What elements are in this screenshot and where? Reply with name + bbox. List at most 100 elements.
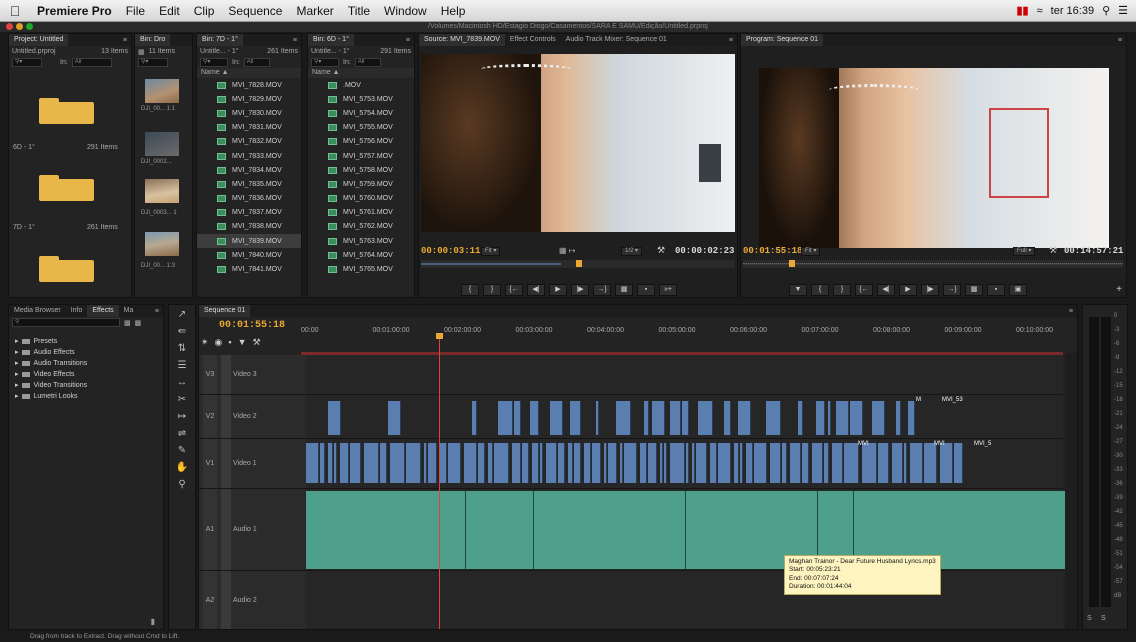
- video-clip[interactable]: [440, 443, 447, 483]
- video-clip[interactable]: [692, 443, 695, 483]
- video-clip[interactable]: [844, 443, 859, 483]
- video-clip[interactable]: [718, 443, 731, 483]
- play-button[interactable]: ▶: [549, 284, 567, 296]
- video-clip[interactable]: [812, 443, 823, 483]
- mark-out-button[interactable]: }: [833, 284, 851, 296]
- video-clip[interactable]: [896, 401, 901, 435]
- tab-bin-6d[interactable]: Bin: 6D - 1°: [308, 34, 354, 46]
- hand-tool-icon[interactable]: ✋: [175, 461, 189, 475]
- clock[interactable]: ter 16:39: [1051, 5, 1094, 17]
- app-menu[interactable]: Premiere Pro: [30, 4, 119, 18]
- slide-tool-icon[interactable]: ⇌: [175, 427, 189, 441]
- video-clip[interactable]: [472, 401, 477, 435]
- source-fit-dropdown[interactable]: Fit ▾: [481, 247, 501, 256]
- video-clip[interactable]: [710, 443, 717, 483]
- bin-search-input[interactable]: ⚲▾: [311, 58, 339, 67]
- panel-menu-icon[interactable]: ≡: [402, 37, 414, 44]
- project-search-input[interactable]: ⚲▾: [12, 58, 42, 67]
- track-select-tool-icon[interactable]: ⇚: [175, 325, 189, 339]
- rolling-edit-tool-icon[interactable]: ☰: [175, 359, 189, 373]
- video-clip[interactable]: [388, 401, 401, 435]
- track-lock-icon[interactable]: [221, 355, 231, 394]
- folder-icon[interactable]: [39, 175, 94, 201]
- go-to-out-button[interactable]: →}: [943, 284, 961, 296]
- button-editor-icon[interactable]: +: [1116, 284, 1122, 295]
- solo-right-button[interactable]: S: [1101, 615, 1106, 622]
- video-clip[interactable]: [802, 443, 809, 483]
- rate-stretch-tool-icon[interactable]: ↔: [175, 376, 189, 390]
- in-dropdown[interactable]: All: [243, 58, 270, 67]
- video-clip[interactable]: [652, 401, 665, 435]
- video-clip[interactable]: [686, 443, 689, 483]
- tab-effects[interactable]: Effects: [87, 305, 119, 317]
- video-clip[interactable]: [738, 401, 751, 435]
- file-list-item[interactable]: MVI_7828.MOV: [197, 78, 301, 92]
- video-clip[interactable]: [910, 443, 923, 483]
- video-clip[interactable]: [664, 443, 667, 483]
- audio-clip[interactable]: [306, 491, 466, 569]
- step-forward-button[interactable]: |▶: [571, 284, 589, 296]
- video-clip[interactable]: [878, 443, 889, 483]
- bin-name[interactable]: 6D - 1°: [13, 144, 35, 151]
- video-clip[interactable]: [478, 443, 485, 483]
- tab-sequence[interactable]: Sequence 01: [199, 305, 251, 317]
- track-lane-v2[interactable]: M MVI_53: [306, 395, 1063, 439]
- in-dropdown[interactable]: All: [71, 58, 112, 67]
- video-clip[interactable]: [512, 443, 521, 483]
- track-header-v2[interactable]: V2 Video 2: [199, 395, 306, 439]
- video-clip[interactable]: [424, 443, 427, 483]
- zoom-tool-icon[interactable]: ⚲: [175, 478, 189, 492]
- video-clip[interactable]: [350, 443, 361, 483]
- file-list-item[interactable]: MVI_5753.MOV: [308, 92, 414, 106]
- tab-project[interactable]: Project: Untitled: [9, 34, 69, 46]
- extract-button[interactable]: ▪: [987, 284, 1005, 296]
- in-dropdown[interactable]: All: [354, 58, 381, 67]
- tree-audio-transitions[interactable]: ▸ Audio Transitions: [9, 358, 163, 369]
- file-list-item[interactable]: MVI_5764.MOV: [308, 248, 414, 262]
- video-clip[interactable]: [682, 401, 689, 435]
- video-clip[interactable]: [620, 443, 623, 483]
- video-clip[interactable]: [624, 443, 637, 483]
- video-clip[interactable]: [532, 443, 539, 483]
- file-list-item[interactable]: MVI_5760.MOV: [308, 192, 414, 206]
- search-icon[interactable]: ⚲: [1102, 4, 1110, 17]
- name-column-header[interactable]: Name ▲: [308, 68, 414, 78]
- file-list-item[interactable]: MVI_5761.MOV: [308, 206, 414, 220]
- menu-sequence[interactable]: Sequence: [221, 4, 289, 18]
- video-clip[interactable]: [406, 443, 421, 483]
- file-list-item[interactable]: MVI_5757.MOV: [308, 149, 414, 163]
- video-clip[interactable]: [584, 443, 591, 483]
- lift-button[interactable]: ▩: [965, 284, 983, 296]
- video-clip[interactable]: [608, 443, 617, 483]
- tab-audio-track-mixer[interactable]: Audio Track Mixer: Sequence 01: [561, 34, 672, 46]
- add-button[interactable]: »+: [659, 284, 677, 296]
- file-list-item[interactable]: MVI_7834.MOV: [197, 163, 301, 177]
- bin-search-input[interactable]: ⚲▾: [138, 58, 168, 67]
- tree-video-transitions[interactable]: ▸ Video Transitions: [9, 380, 163, 391]
- video-clip[interactable]: [306, 443, 319, 483]
- file-list-item[interactable]: MVI_7837.MOV: [197, 206, 301, 220]
- settings-wrench-icon[interactable]: ⚒: [1049, 245, 1057, 256]
- audio-clip[interactable]: [466, 491, 534, 569]
- track-header-a2[interactable]: A2 Audio 2: [199, 571, 306, 629]
- file-list-item[interactable]: MVI_7831.MOV: [197, 121, 301, 135]
- go-to-in-button[interactable]: {←: [855, 284, 873, 296]
- menu-marker[interactable]: Marker: [289, 4, 340, 18]
- track-source-patch[interactable]: V3: [203, 355, 217, 394]
- video-clip[interactable]: [320, 443, 325, 483]
- video-clip[interactable]: [498, 401, 513, 435]
- file-list-item[interactable]: MVI_5763.MOV: [308, 234, 414, 248]
- video-clip[interactable]: [660, 443, 663, 483]
- video-clip[interactable]: [464, 443, 477, 483]
- video-clip[interactable]: [872, 401, 885, 435]
- file-list-item[interactable]: MVI_7838.MOV: [197, 220, 301, 234]
- playhead-handle[interactable]: [436, 333, 443, 339]
- video-clip[interactable]: [448, 443, 461, 483]
- timeline-vertical-scrollbar[interactable]: [1065, 353, 1077, 629]
- file-list-item[interactable]: MVI_7841.MOV: [197, 262, 301, 276]
- video-clip[interactable]: [782, 443, 787, 483]
- selection-tool-icon[interactable]: ↗: [175, 308, 189, 322]
- panel-menu-icon[interactable]: ≡: [119, 37, 131, 44]
- video-clip[interactable]: [488, 443, 493, 483]
- video-clip[interactable]: [892, 443, 903, 483]
